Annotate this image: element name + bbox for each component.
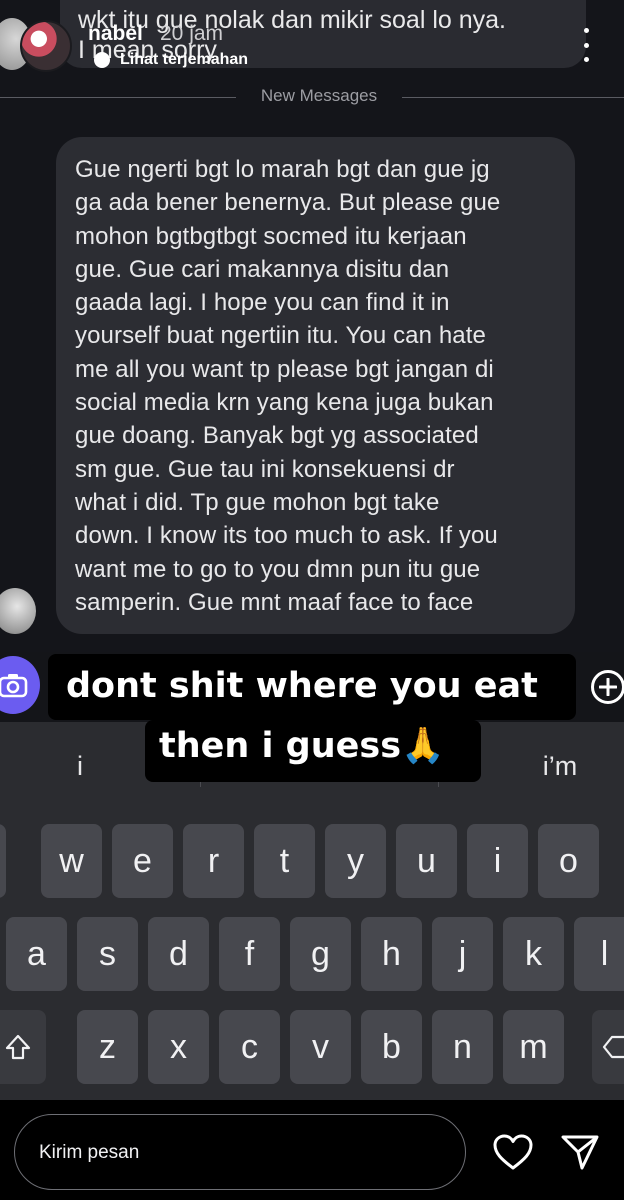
shift-key[interactable] <box>0 1010 46 1084</box>
message-line: ga ada bener benernya. But please gue <box>75 189 501 217</box>
key-a[interactable]: a <box>6 917 67 991</box>
heart-icon[interactable] <box>492 1132 534 1172</box>
message-line: gue doang. Banyak bgt yg associated <box>75 422 479 450</box>
message-line: mohon bgtbgtbgt socmed itu kerjaan <box>75 222 467 250</box>
plus-icon <box>599 678 617 696</box>
new-messages-divider: New Messages <box>0 86 624 108</box>
sender-avatar[interactable] <box>0 588 36 634</box>
message-text: Gue ngerti bgt lo marah bgt dan gue jg ga… <box>75 153 557 619</box>
key-c[interactable]: c <box>219 1010 280 1084</box>
suggestion-item[interactable]: i’m <box>520 751 600 782</box>
story-caption-line: then i guess🙏 <box>145 720 481 782</box>
suggestion-item[interactable]: i <box>60 751 100 782</box>
message-line: gue. Gue cari makannya disitu dan <box>75 255 450 283</box>
key-v[interactable]: v <box>290 1010 351 1084</box>
message-line: me all you want tp please bgt jangan di <box>75 355 494 383</box>
key-t[interactable]: t <box>254 824 315 898</box>
key-n[interactable]: n <box>432 1010 493 1084</box>
key-e[interactable]: e <box>112 824 173 898</box>
key-s[interactable]: s <box>77 917 138 991</box>
key-u[interactable]: u <box>396 824 457 898</box>
story-author-avatar[interactable] <box>20 20 72 72</box>
backspace-key[interactable] <box>592 1010 624 1084</box>
message-line: Gue ngerti bgt lo marah bgt dan gue jg <box>75 156 490 183</box>
key-g[interactable]: g <box>290 917 351 991</box>
divider-line <box>0 97 236 98</box>
message-line: sm gue. Gue tau ini konsekuensi dr <box>75 455 455 483</box>
send-icon[interactable] <box>560 1132 600 1172</box>
story-view: wkt itu gue nolak dan mikir soal lo nya.… <box>0 0 624 1200</box>
message-line: want me to go to you dmn pun itu gue <box>75 555 481 583</box>
key-x[interactable]: x <box>148 1010 209 1084</box>
see-translation-link[interactable]: Lihat terjemahan <box>120 51 248 69</box>
key-b[interactable]: b <box>361 1010 422 1084</box>
message-line: yourself buat ngertiin itu. You can hate <box>75 322 486 350</box>
key-j[interactable]: j <box>432 917 493 991</box>
new-messages-label: New Messages <box>260 86 378 105</box>
divider-line <box>402 97 624 98</box>
translate-icon[interactable] <box>94 52 110 68</box>
key-y[interactable]: y <box>325 824 386 898</box>
key-q[interactable]: q <box>0 824 6 898</box>
message-line: down. I know its too much to ask. If you <box>75 522 498 550</box>
key-z[interactable]: z <box>77 1010 138 1084</box>
key-r[interactable]: r <box>183 824 244 898</box>
message-line: what i did. Tp gue mohon bgt take <box>75 488 440 516</box>
more-vertical-icon[interactable] <box>576 28 596 62</box>
message-line: gaada lagi. I hope you can find it in <box>75 289 450 317</box>
message-line: samperin. Gue mnt maaf face to face <box>75 588 474 616</box>
key-d[interactable]: d <box>148 917 209 991</box>
story-author-username[interactable]: nabel <box>88 22 143 46</box>
key-h[interactable]: h <box>361 917 422 991</box>
message-line: social media krn yang kena juga bukan <box>75 389 494 417</box>
key-o[interactable]: o <box>538 824 599 898</box>
key-f[interactable]: f <box>219 917 280 991</box>
key-l[interactable]: l <box>574 917 624 991</box>
send-message-placeholder: Kirim pesan <box>39 1142 140 1163</box>
message-bubble[interactable]: Gue ngerti bgt lo marah bgt dan gue jg ga… <box>56 137 575 634</box>
key-i[interactable]: i <box>467 824 528 898</box>
shift-icon <box>5 1034 31 1060</box>
story-header: nabel 20 jam Lihat terjemahan <box>0 0 624 80</box>
key-m[interactable]: m <box>503 1010 564 1084</box>
camera-icon <box>0 674 28 698</box>
key-k[interactable]: k <box>503 917 564 991</box>
story-time-ago: 20 jam <box>160 22 224 45</box>
key-w[interactable]: w <box>41 824 102 898</box>
add-plus-button[interactable] <box>591 670 624 704</box>
backspace-icon <box>602 1035 624 1059</box>
story-caption-line: dont shit where you eat <box>48 654 576 720</box>
